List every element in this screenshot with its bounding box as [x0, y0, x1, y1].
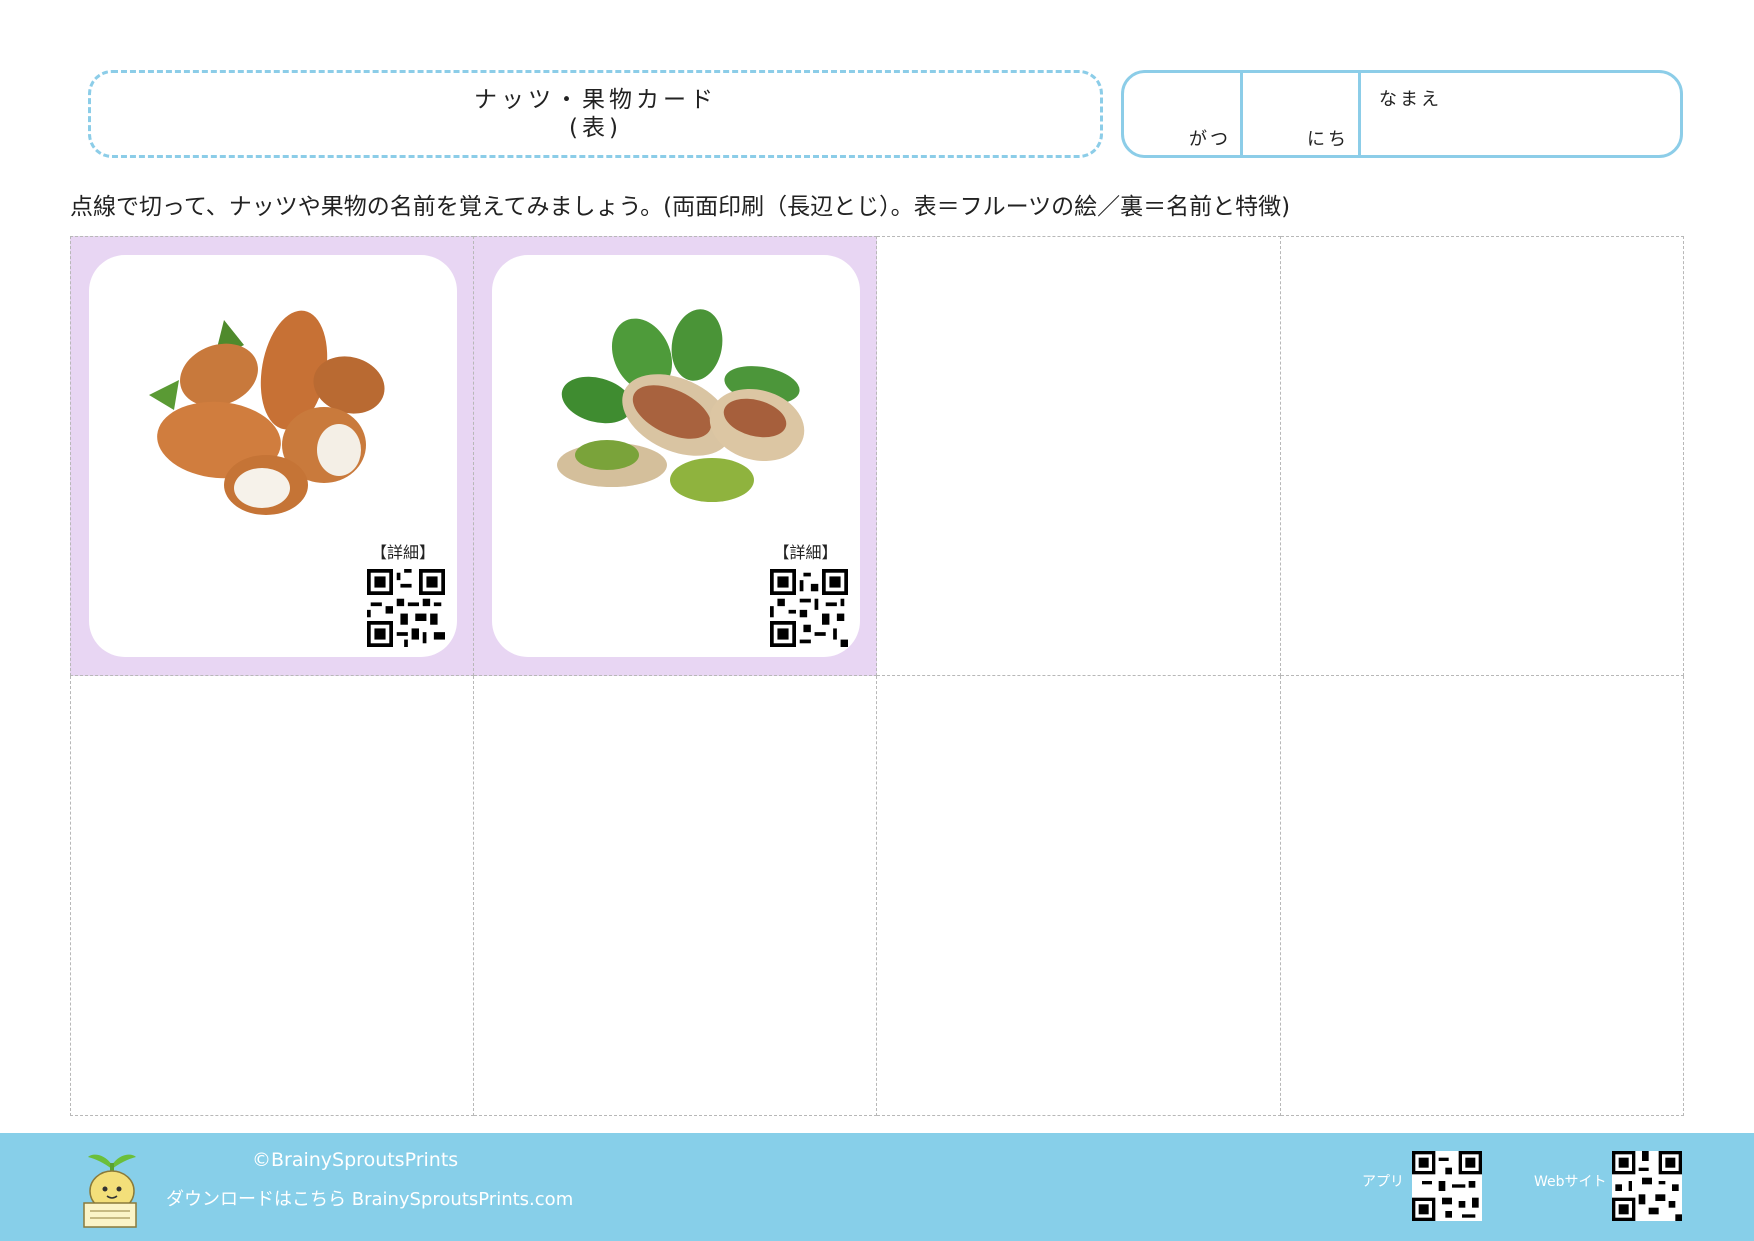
almond-image — [149, 310, 385, 515]
card-face: 【詳細】 — [89, 255, 457, 657]
month-label: がつ — [1189, 129, 1231, 150]
copyright-text: ©BrainySproutsPrints — [252, 1149, 459, 1171]
sprout-mascot-icon — [83, 1154, 137, 1228]
name-label: なまえ — [1379, 89, 1442, 110]
empty-card-slot — [877, 236, 1281, 676]
app-qr-code-icon[interactable] — [1412, 1151, 1482, 1221]
card-almond: 【詳細】 — [70, 236, 474, 676]
qr-code-icon[interactable] — [367, 569, 445, 647]
detail-label: 【詳細】 — [773, 543, 838, 562]
worksheet-title: ナッツ・果物カード — [474, 87, 717, 113]
worksheet-subtitle: (表) — [569, 115, 622, 141]
card-pistachio: 【詳細】 — [473, 236, 877, 676]
empty-card-slot — [877, 676, 1281, 1116]
card-face: 【詳細】 — [491, 255, 860, 657]
date-name-box: がつ にち なまえ — [1121, 70, 1683, 158]
pistachio-image — [556, 309, 804, 502]
app-label: アプリ — [1362, 1174, 1404, 1190]
worksheet-title-box: ナッツ・果物カード (表) — [88, 70, 1103, 158]
website-label: Webサイト — [1534, 1174, 1607, 1190]
empty-card-slot — [70, 676, 474, 1116]
instructions: 点線で切って、ナッツや果物の名前を覚えてみましょう。(両面印刷（長辺とじ）。表＝… — [70, 194, 1291, 220]
website-qr-code-icon[interactable] — [1612, 1151, 1682, 1221]
footer-bar: ©BrainySproutsPrints ダウンロードはこちら BrainySp… — [0, 1133, 1754, 1241]
card-grid: 【詳細】 【詳細】 — [70, 236, 1684, 1116]
empty-card-slot — [1280, 676, 1684, 1116]
day-divider — [1358, 73, 1361, 155]
detail-label: 【詳細】 — [370, 543, 435, 562]
empty-card-slot — [473, 676, 877, 1116]
day-label: にち — [1307, 129, 1349, 150]
month-divider — [1240, 73, 1243, 155]
empty-card-slot — [1280, 236, 1684, 676]
qr-code-icon[interactable] — [769, 569, 848, 647]
download-link[interactable]: ダウンロードはこちら BrainySproutsPrints.com — [166, 1185, 573, 1211]
